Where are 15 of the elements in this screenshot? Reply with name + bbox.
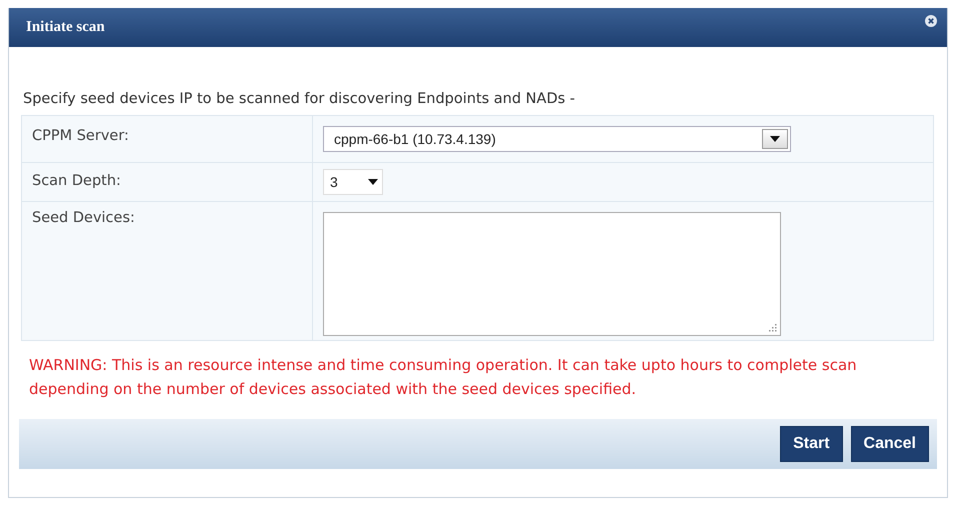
dialog-title: Initiate scan [26, 19, 105, 36]
cancel-button[interactable]: Cancel [850, 426, 929, 462]
close-icon[interactable] [925, 14, 937, 26]
resize-grip-icon[interactable] [768, 323, 777, 332]
seed-devices-field[interactable] [323, 212, 781, 336]
start-button[interactable]: Start [780, 426, 843, 462]
server-dropdown[interactable]: cppm-66-b1 (10.73.4.139) [323, 126, 791, 152]
field-label: Scan Depth: [32, 173, 121, 189]
warning-text: WARNING: This is an resource intense and time consuming operation. It can take upto hours to complete scan depending on the number of devices associated with the seed devices specified. [29, 355, 858, 400]
depth-dropdown[interactable]: 3 [323, 169, 383, 195]
dropdown-arrow-icon[interactable] [770, 136, 780, 142]
field-label: Seed Devices: [32, 210, 135, 226]
field-label: CPPM Server: [32, 128, 129, 144]
instruction-text: Specify seed devices IP to be scanned for discovering Endpoints and NADs - [23, 91, 576, 107]
dropdown-arrow-icon[interactable] [368, 179, 378, 185]
